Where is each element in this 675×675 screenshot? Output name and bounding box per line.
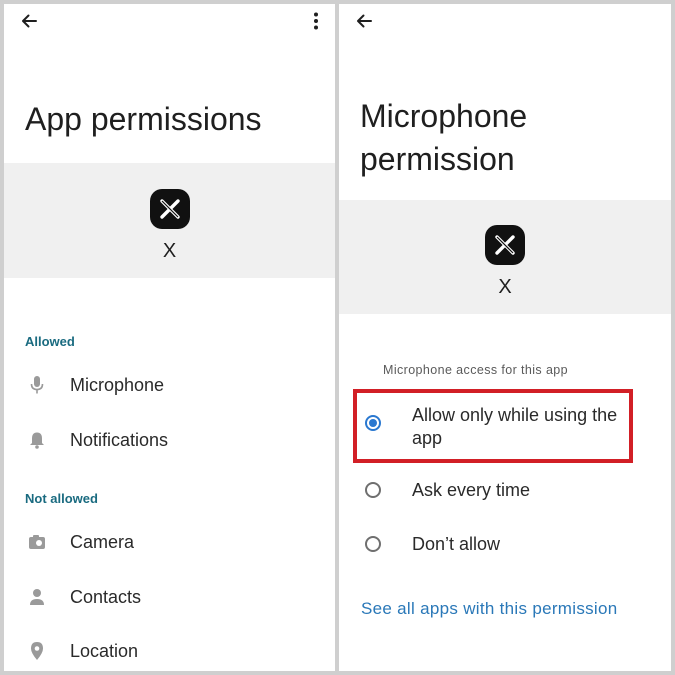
back-button[interactable]: [348, 5, 380, 37]
page-title: App permissions: [25, 101, 262, 137]
back-arrow-icon: [22, 14, 37, 28]
more-options-button[interactable]: [300, 5, 332, 37]
app-name: X: [498, 276, 512, 298]
x-logo-icon: [495, 235, 515, 255]
permission-item-location[interactable]: Location: [4, 631, 335, 671]
permission-label: Microphone: [70, 374, 165, 395]
microphone-icon: [27, 375, 47, 395]
app-header: X: [339, 200, 671, 314]
permission-label: Camera: [70, 531, 135, 552]
app-header: X: [4, 163, 335, 278]
x-app-logo: [485, 225, 525, 265]
not-allowed-section-label: Not allowed: [25, 491, 98, 506]
permission-label: Contacts: [70, 586, 142, 607]
access-section-label: Microphone access for this app: [383, 363, 569, 377]
radio-unselected[interactable]: [365, 482, 381, 498]
location-pin-icon: [27, 641, 47, 661]
see-all-apps-link[interactable]: See all apps with this permission: [361, 599, 618, 619]
back-button[interactable]: [13, 5, 45, 37]
page-title-line-2: permission: [360, 141, 515, 177]
back-arrow-icon: [357, 14, 372, 28]
option-ask-every-time[interactable]: Ask every time: [339, 475, 671, 507]
permission-label: Location: [70, 640, 139, 661]
camera-icon: [27, 532, 47, 552]
microphone-permission-screen: Microphone permission X Microphone acces…: [339, 4, 671, 671]
permission-label: Notifications: [70, 429, 169, 450]
option-label: Ask every time: [412, 480, 531, 500]
option-label: Don’t allow: [412, 534, 501, 554]
radio-selected[interactable]: [365, 415, 381, 431]
allowed-section-label: Allowed: [25, 334, 75, 349]
permission-item-contacts[interactable]: Contacts: [4, 577, 335, 617]
app-permissions-screen: App permissions X Allowed Microphone Not…: [4, 4, 335, 671]
option-dont-allow[interactable]: Don’t allow: [339, 529, 671, 561]
page-title: Microphone permission: [360, 95, 527, 181]
bell-icon: [27, 430, 47, 450]
page-title-line-1: Microphone: [360, 98, 528, 134]
permission-item-camera[interactable]: Camera: [4, 522, 335, 562]
permission-item-notifications[interactable]: Notifications: [4, 420, 335, 460]
x-app-logo: [150, 189, 190, 229]
option-label: Allow only while using the app: [412, 405, 618, 448]
radio-unselected[interactable]: [365, 536, 381, 552]
more-vert-icon: [314, 12, 318, 30]
option-allow-while-using[interactable]: Allow only while using the app: [339, 401, 671, 451]
permission-item-microphone[interactable]: Microphone: [4, 365, 335, 405]
person-icon: [27, 587, 47, 607]
x-logo-icon: [160, 199, 180, 219]
app-name: X: [162, 240, 177, 262]
screenshot-frame: App permissions X Allowed Microphone Not…: [0, 0, 675, 675]
